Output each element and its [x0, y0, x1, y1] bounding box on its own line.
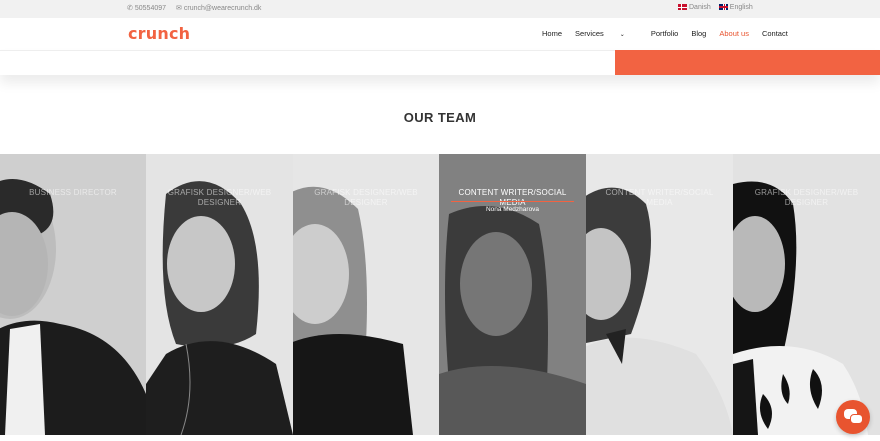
nav-portfolio[interactable]: Portfolio [651, 29, 679, 38]
team-member-role: GRAFISK DESIGNER/WEB DESIGNER [167, 188, 272, 207]
team-member-card[interactable]: GRAFISK DESIGNER/WEB DESIGNER [733, 154, 880, 435]
main-nav: Home Services ⌄ Portfolio Blog About us C… [542, 29, 801, 38]
nav-about-us[interactable]: About us [719, 29, 749, 38]
email-contact[interactable]: ✉ crunch@wearecrunch.dk [176, 4, 262, 13]
main-header: crunch Home Services ⌄ Portfolio Blog Abo… [0, 18, 880, 50]
team-member-role: CONTENT WRITER/SOCIAL MEDIA [605, 188, 714, 207]
header-accent-block [615, 50, 880, 75]
team-member-card[interactable]: CONTENT WRITER/SOCIAL MEDIA [586, 154, 733, 435]
email-address[interactable]: crunch@wearecrunch.dk [184, 5, 262, 12]
team-member-role: CONTENT WRITER/SOCIAL MEDIA [458, 188, 567, 207]
chat-button[interactable] [836, 400, 870, 434]
top-bar: ✆ 50554097 ✉ crunch@wearecrunch.dk Danis… [0, 0, 880, 18]
language-english[interactable]: English [718, 4, 753, 11]
nav-home[interactable]: Home [542, 29, 562, 38]
phone-icon: ✆ [127, 5, 133, 12]
team-member-name: Nona Medzharova [485, 206, 540, 213]
team-member-role: GRAFISK DESIGNER/WEB DESIGNER [754, 188, 859, 207]
team-member-card[interactable]: CONTENT WRITER/SOCIAL MEDIA Nona Medzhar… [439, 154, 586, 435]
danish-flag-icon [678, 4, 687, 11]
phone-number[interactable]: 50554097 [135, 5, 166, 12]
email-icon: ✉ [176, 5, 182, 12]
nav-blog[interactable]: Blog [691, 29, 706, 38]
team-member-card[interactable]: BUSINESS DIRECTOR [0, 154, 146, 435]
english-flag-icon [718, 4, 728, 11]
contact-info: ✆ 50554097 ✉ crunch@wearecrunch.dk [127, 4, 262, 13]
nav-services[interactable]: Services ⌄ [575, 29, 638, 38]
team-member-role: GRAFISK DESIGNER/WEB DESIGNER [314, 188, 418, 207]
team-member-card[interactable]: GRAFISK DESIGNER/WEB DESIGNER [293, 154, 439, 435]
team-member-role: BUSINESS DIRECTOR [29, 188, 117, 197]
language-danish[interactable]: Danish [678, 4, 711, 11]
team-grid: BUSINESS DIRECTOR GRAFISK DESIGNER/WEB D… [0, 154, 880, 435]
language-switcher: Danish English [678, 4, 753, 11]
role-underline [451, 201, 574, 202]
site-logo[interactable]: crunch [128, 24, 190, 43]
section-title: OUR TEAM [403, 110, 477, 125]
nav-contact[interactable]: Contact [762, 29, 788, 38]
chevron-down-icon: ⌄ [619, 32, 625, 38]
phone-contact[interactable]: ✆ 50554097 [127, 4, 166, 13]
team-member-card[interactable]: GRAFISK DESIGNER/WEB DESIGNER [146, 154, 293, 435]
chat-icon-back [850, 414, 863, 424]
